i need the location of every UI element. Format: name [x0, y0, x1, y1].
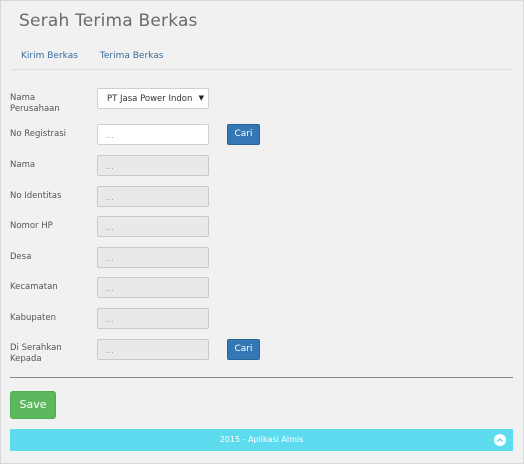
nomor-hp-field: ... — [97, 216, 209, 237]
cari-registrasi-button[interactable]: Cari — [227, 124, 260, 145]
di-serahkan-kepada-label: Di Serahkan Kepada — [10, 343, 62, 364]
page-title: Serah Terima Berkas — [19, 11, 198, 31]
tab-kirim-berkas[interactable]: Kirim Berkas — [21, 51, 78, 61]
no-identitas-label: No Identitas — [10, 191, 62, 201]
desa-label: Desa — [10, 252, 32, 262]
tabs-divider — [11, 69, 513, 70]
no-registrasi-input[interactable]: ... — [97, 124, 209, 145]
footer-bar: 2015 - Aplikasi Almis — [10, 429, 513, 451]
nama-field: ... — [97, 155, 209, 176]
desa-field: ... — [97, 247, 209, 268]
kabupaten-field: ... — [97, 308, 209, 329]
chevron-up-icon — [496, 437, 504, 443]
kecamatan-field: ... — [97, 277, 209, 298]
scroll-top-button[interactable] — [494, 434, 506, 446]
no-identitas-field: ... — [97, 186, 209, 207]
nama-perusahaan-select[interactable]: PT Jasa Power Indon ▼ — [97, 88, 209, 109]
kecamatan-label: Kecamatan — [10, 282, 58, 292]
dropdown-caret-icon: ▼ — [198, 94, 204, 102]
cari-penerima-button[interactable]: Cari — [227, 339, 260, 360]
kabupaten-label: Kabupaten — [10, 313, 56, 323]
nama-label: Nama — [10, 160, 36, 170]
tab-terima-berkas[interactable]: Terima Berkas — [100, 51, 164, 61]
no-registrasi-label: No Registrasi — [10, 129, 67, 139]
di-serahkan-kepada-field: ... — [97, 339, 209, 360]
form-divider — [10, 377, 513, 378]
nama-perusahaan-label: Nama Perusahaan — [10, 93, 60, 114]
footer-text: 2015 - Aplikasi Almis — [219, 435, 304, 444]
nomor-hp-label: Nomor HP — [10, 221, 53, 231]
save-button[interactable]: Save — [10, 391, 56, 419]
tab-bar: Kirim Berkas Terima Berkas — [21, 51, 163, 61]
